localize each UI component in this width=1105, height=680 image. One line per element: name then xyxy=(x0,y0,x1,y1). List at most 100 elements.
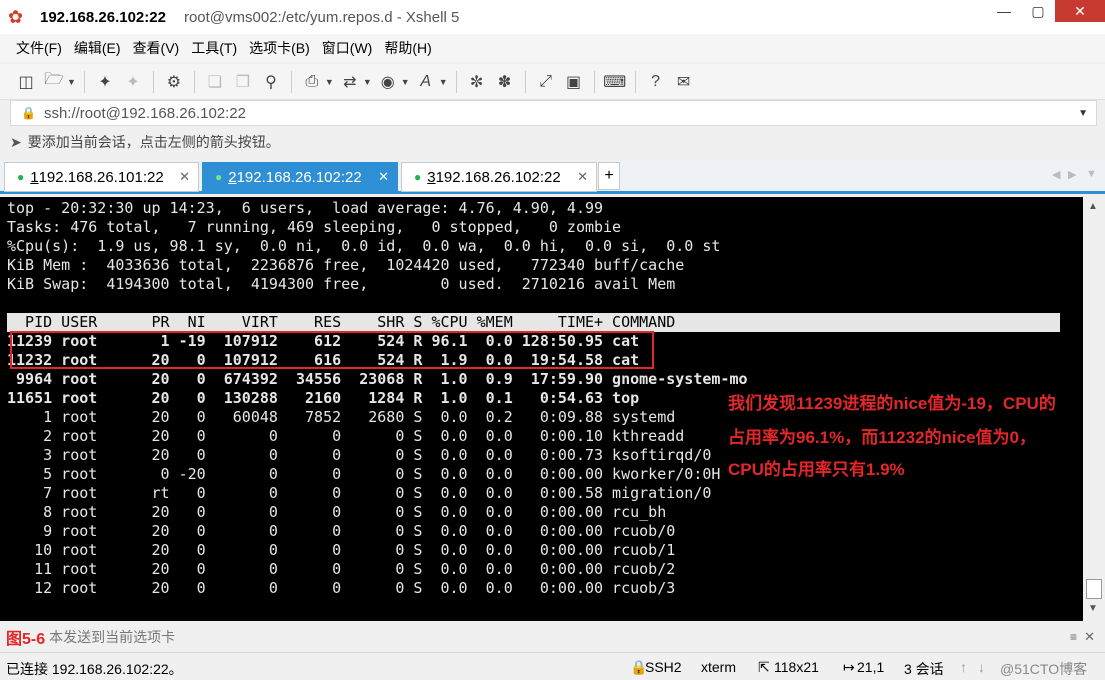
chevron-right-icon[interactable]: ▶ xyxy=(1068,168,1076,181)
figure-label: 图5-6 xyxy=(6,631,46,648)
cursor-position-status: 21,1 xyxy=(857,659,885,675)
tab-session-1[interactable]: ● 1 192.168.26.101:22 ✕ xyxy=(4,162,199,192)
menu-view[interactable]: 查看(V) xyxy=(127,38,186,58)
toolbar-divider xyxy=(152,70,154,93)
compose-placeholder: 本发送到当前选项卡 xyxy=(49,629,176,645)
xmanager-icon[interactable]: ✽ xyxy=(493,70,517,94)
tab-session-2[interactable]: ● 2 192.168.26.102:22 ✕ xyxy=(202,162,398,192)
copy-icon[interactable]: ❏ xyxy=(203,70,227,94)
process-row: 2 root 20 0 0 0 0 S 0.0 0.0 0:00.10 kthr… xyxy=(7,427,685,445)
compose-bar[interactable]: 图5-6 本发送到当前选项卡 ≡ ✕ xyxy=(0,623,1105,651)
window-controls: — ▢ ✕ xyxy=(987,0,1105,28)
tab-session-3[interactable]: ● 3 192.168.26.102:22 ✕ xyxy=(401,162,597,192)
menu-file[interactable]: 文件(F) xyxy=(10,38,68,58)
process-row: 11651 root 20 0 130288 2160 1284 R 1.0 0… xyxy=(7,389,640,407)
tasks-line: Tasks: 476 total, 7 running, 469 sleepin… xyxy=(7,218,622,236)
arrow-up-icon: ↑ xyxy=(960,659,967,675)
properties-icon[interactable]: ⚙ xyxy=(162,70,186,94)
tab-menu-icon[interactable]: ▼ xyxy=(1086,168,1097,180)
chevron-left-icon[interactable]: ◀ xyxy=(1052,168,1060,181)
protocol-status: SSH2 xyxy=(645,659,682,675)
top-summary-line: top - 20:32:30 up 14:23, 6 users, load a… xyxy=(7,199,604,217)
reconnect-icon[interactable]: ✦ xyxy=(93,70,117,94)
print-icon[interactable]: ⎙ xyxy=(300,70,324,94)
scrollbar-thumb[interactable] xyxy=(1086,579,1102,599)
toolbar-divider xyxy=(193,70,195,93)
process-row: 11 root 20 0 0 0 0 S 0.0 0.0 0:00.00 rcu… xyxy=(7,560,676,578)
new-session-icon[interactable]: ◫ xyxy=(14,70,38,94)
tab-bar: ● 1 192.168.26.101:22 ✕ ● 2 192.168.26.1… xyxy=(0,160,1105,194)
address-bar[interactable]: 🔒 ssh://root@192.168.26.102:22 ▼ xyxy=(10,100,1097,126)
toolbar-divider xyxy=(83,70,85,93)
menu-icon[interactable]: ≡ xyxy=(1070,630,1077,644)
status-bar: 已连接 192.168.26.102:22。 🔒 SSH2 xterm ⇱ 11… xyxy=(0,652,1105,680)
toolbar-divider xyxy=(290,70,292,93)
cursor-icon: ↦ xyxy=(843,659,855,675)
process-row: 1 root 20 0 60048 7852 2680 S 0.0 0.2 0:… xyxy=(7,408,676,426)
chevron-down-icon[interactable]: ▼ xyxy=(67,77,76,87)
toolbar-divider xyxy=(524,70,526,93)
disconnect-icon[interactable]: ✦ xyxy=(121,70,145,94)
minimize-button[interactable]: — xyxy=(987,0,1021,22)
connected-dot-icon: ● xyxy=(17,170,25,184)
chevron-down-icon[interactable]: ▼ xyxy=(401,77,410,87)
xftp-icon[interactable]: ✼ xyxy=(465,70,489,94)
chevron-down-icon[interactable]: ▼ xyxy=(1078,108,1088,119)
close-icon[interactable]: ✕ xyxy=(1084,629,1095,645)
help-icon[interactable]: ? xyxy=(644,70,668,94)
close-tab-icon[interactable]: ✕ xyxy=(577,169,588,185)
close-button[interactable]: ✕ xyxy=(1055,0,1105,22)
tab-label: 192.168.26.101:22 xyxy=(38,168,164,186)
close-tab-icon[interactable]: ✕ xyxy=(179,169,190,185)
scroll-up-icon[interactable]: ▲ xyxy=(1088,201,1098,212)
lock-icon[interactable]: ▣ xyxy=(562,70,586,94)
globe-icon[interactable]: ◉ xyxy=(376,70,400,94)
open-folder-icon[interactable]: 🗁 xyxy=(42,70,66,94)
close-tab-icon[interactable]: ✕ xyxy=(378,169,389,185)
tab-label: 192.168.26.102:22 xyxy=(236,168,362,186)
connection-status: 已连接 192.168.26.102:22。 xyxy=(6,661,183,677)
menu-edit[interactable]: 编辑(E) xyxy=(68,38,127,58)
process-row: 10 root 20 0 0 0 0 S 0.0 0.0 0:00.00 rcu… xyxy=(7,541,676,559)
tab-number: 2 xyxy=(228,168,237,186)
paste-icon[interactable]: ❐ xyxy=(231,70,255,94)
scroll-down-icon[interactable]: ▼ xyxy=(1088,603,1098,614)
chevron-down-icon[interactable]: ▼ xyxy=(439,77,448,87)
chevron-down-icon[interactable]: ▼ xyxy=(363,77,372,87)
transfer-icon[interactable]: ⇄ xyxy=(338,70,362,94)
menu-tabs[interactable]: 选项卡(B) xyxy=(243,38,316,58)
vertical-scrollbar[interactable]: ▲ ▼ xyxy=(1083,197,1105,621)
resize-icon: ⇱ xyxy=(758,659,770,675)
terminal-output[interactable]: top - 20:32:30 up 14:23, 6 users, load a… xyxy=(0,197,1083,621)
chevron-down-icon[interactable]: ▼ xyxy=(325,77,334,87)
maximize-button[interactable]: ▢ xyxy=(1021,0,1055,22)
tab-number: 1 xyxy=(30,168,39,186)
lock-icon: 🔒 xyxy=(21,106,36,120)
hint-text: 要添加当前会话，点击左侧的箭头按钮。 xyxy=(27,134,280,150)
font-icon[interactable]: A xyxy=(414,70,438,94)
terminal-type-status: xterm xyxy=(701,659,736,675)
process-row: 9964 root 20 0 674392 34556 23068 R 1.0 … xyxy=(7,370,748,388)
connected-dot-icon: ● xyxy=(215,170,223,184)
session-hint-bar: ➤ 要添加当前会话，点击左侧的箭头按钮。 xyxy=(10,130,280,154)
add-tab-button[interactable]: + xyxy=(598,162,620,190)
swap-line: KiB Swap: 4194300 total, 4194300 free, 0… xyxy=(7,275,676,293)
keyboard-icon[interactable]: ⌨ xyxy=(603,70,627,94)
sessions-status: 3 会话 xyxy=(904,661,944,677)
process-row: 7 root rt 0 0 0 0 S 0.0 0.0 0:00.58 migr… xyxy=(7,484,712,502)
menu-bar: 文件(F) 编辑(E) 查看(V) 工具(T) 选项卡(B) 窗口(W) 帮助(… xyxy=(0,34,1105,62)
find-icon[interactable]: ⚲ xyxy=(259,70,283,94)
process-table-header: PID USER PR NI VIRT RES SHR S %CPU %MEM … xyxy=(7,313,1060,332)
arrow-icon[interactable]: ➤ xyxy=(10,134,22,151)
menu-window[interactable]: 窗口(W) xyxy=(316,38,379,58)
title-bar: ✿ 192.168.26.102:22 root@vms002:/etc/yum… xyxy=(0,0,1105,34)
annotation-line: 我们发现11239进程的nice值为-19，CPU的 xyxy=(728,394,1056,413)
menu-help[interactable]: 帮助(H) xyxy=(378,38,437,58)
fullscreen-icon[interactable]: ⤢ xyxy=(534,70,558,94)
arrow-down-icon: ↓ xyxy=(978,659,985,675)
toolbar-divider xyxy=(593,70,595,93)
highlight-box xyxy=(10,331,654,369)
chat-icon[interactable]: ✉ xyxy=(672,70,696,94)
menu-tools[interactable]: 工具(T) xyxy=(185,38,243,58)
toolbar-divider xyxy=(455,70,457,93)
